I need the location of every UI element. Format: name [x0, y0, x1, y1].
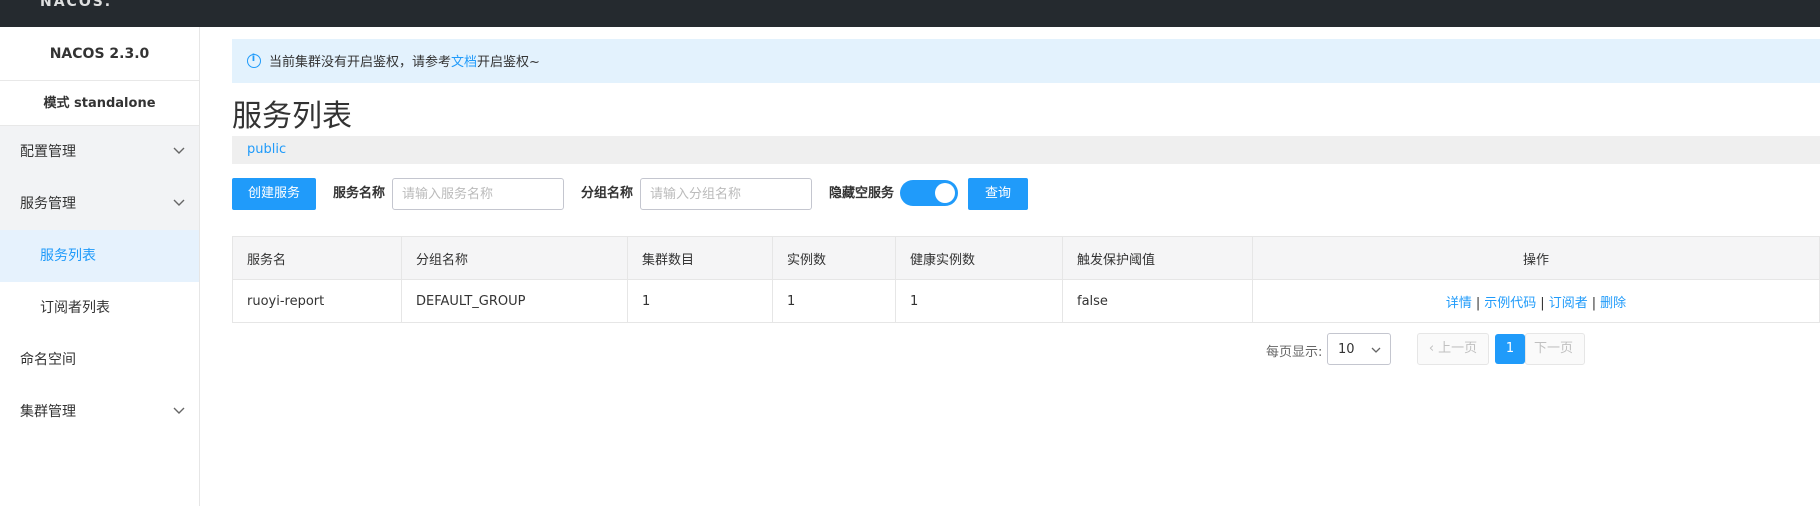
notice-suffix: 开启鉴权~	[477, 55, 540, 70]
hide-empty-toggle[interactable]	[900, 180, 958, 206]
table-header-row: 服务名 分组名称 集群数目 实例数 健康实例数 触发保护阈值 操作	[232, 236, 1820, 280]
hide-empty-label: 隐藏空服务	[829, 186, 895, 201]
info-icon	[247, 53, 261, 68]
service-table: 服务名 分组名称 集群数目 实例数 健康实例数 触发保护阈值 操作 ruoyi-…	[232, 236, 1820, 323]
detail-link[interactable]: 详情	[1446, 296, 1472, 311]
op-separator: |	[1540, 295, 1545, 311]
service-name-input[interactable]	[392, 178, 564, 210]
top-navbar: NACOS.	[0, 0, 1820, 27]
sidebar: NACOS 2.3.0 模式 standalone 配置管理 服务管理 服务列表…	[0, 27, 200, 506]
sidebar-item-config-management[interactable]: 配置管理	[0, 126, 199, 178]
sidebar-item-label: 配置管理	[20, 144, 76, 160]
col-operations: 操作	[1252, 236, 1820, 280]
chevron-left-icon: ‹	[1428, 341, 1439, 356]
group-name-input[interactable]	[640, 178, 812, 210]
notice-prefix: 当前集群没有开启鉴权，请参考	[269, 55, 452, 70]
page-size-value: 10	[1338, 342, 1355, 357]
sidebar-item-namespace[interactable]: 命名空间	[0, 334, 199, 386]
chevron-down-icon	[171, 178, 187, 230]
op-separator: |	[1591, 295, 1597, 311]
docs-link[interactable]: 文档	[451, 55, 477, 70]
op-separator: |	[1475, 295, 1481, 311]
cell-instance-count: 1	[772, 279, 896, 323]
cell-healthy-count: 1	[895, 279, 1063, 323]
pagination: 每页显示: 10 ‹ 上一页 1 下一页	[232, 333, 1820, 367]
chevron-down-icon	[1371, 347, 1381, 353]
col-service-name: 服务名	[232, 236, 402, 280]
chevron-down-icon	[171, 126, 187, 178]
namespace-bar: public	[232, 136, 1820, 164]
col-cluster-count: 集群数目	[627, 236, 773, 280]
sidebar-item-label: 服务管理	[20, 196, 76, 212]
sidebar-item-cluster-management[interactable]: 集群管理	[0, 386, 199, 438]
page-size-label: 每页显示:	[1266, 345, 1323, 360]
sidebar-item-service-list[interactable]: 服务列表	[0, 230, 199, 282]
cell-protect-threshold: false	[1062, 279, 1253, 323]
toggle-knob	[935, 183, 955, 203]
col-protect-threshold: 触发保护阈值	[1062, 236, 1253, 280]
page-size-select[interactable]: 10	[1327, 333, 1391, 365]
cell-group-name: DEFAULT_GROUP	[401, 279, 628, 323]
chevron-down-icon	[171, 386, 187, 438]
cell-cluster-count: 1	[627, 279, 773, 323]
sidebar-item-label: 集群管理	[20, 404, 76, 420]
subscribers-link[interactable]: 订阅者	[1549, 296, 1588, 311]
col-healthy-count: 健康实例数	[895, 236, 1063, 280]
table-row: ruoyi-report DEFAULT_GROUP 1 1 1 false 详…	[232, 279, 1820, 323]
next-page-button[interactable]: 下一页	[1525, 333, 1585, 365]
sidebar-item-subscriber-list[interactable]: 订阅者列表	[0, 282, 199, 334]
sidebar-mode: 模式 standalone	[0, 81, 199, 126]
search-toolbar: 创建服务 服务名称 分组名称 隐藏空服务 查询	[232, 178, 1820, 212]
group-name-label: 分组名称	[581, 186, 634, 201]
col-instance-count: 实例数	[772, 236, 896, 280]
create-service-button[interactable]: 创建服务	[232, 178, 316, 210]
main-content: 当前集群没有开启鉴权，请参考文档开启鉴权~ 服务列表 public 创建服务 服…	[232, 27, 1820, 506]
namespace-public[interactable]: public	[247, 142, 286, 157]
sidebar-item-label: 命名空间	[20, 352, 76, 368]
cell-service-name: ruoyi-report	[232, 279, 402, 323]
prev-page-label: 上一页	[1438, 341, 1478, 356]
sidebar-version: NACOS 2.3.0	[0, 27, 199, 81]
cell-operations: 详情 | 示例代码 | 订阅者 | 删除	[1252, 279, 1820, 323]
service-name-label: 服务名称	[333, 186, 386, 201]
notice-text: 当前集群没有开启鉴权，请参考文档开启鉴权~	[269, 51, 540, 70]
nacos-logo[interactable]: NACOS.	[40, 0, 112, 10]
page-title: 服务列表	[232, 99, 352, 134]
page-1-button[interactable]: 1	[1495, 334, 1525, 364]
prev-page-button[interactable]: ‹ 上一页	[1417, 333, 1489, 365]
auth-notice: 当前集群没有开启鉴权，请参考文档开启鉴权~	[232, 39, 1820, 83]
sample-code-link[interactable]: 示例代码	[1484, 296, 1536, 311]
delete-link[interactable]: 删除	[1600, 296, 1626, 311]
sidebar-item-service-management[interactable]: 服务管理	[0, 178, 199, 230]
query-button[interactable]: 查询	[968, 178, 1028, 210]
col-group-name: 分组名称	[401, 236, 628, 280]
